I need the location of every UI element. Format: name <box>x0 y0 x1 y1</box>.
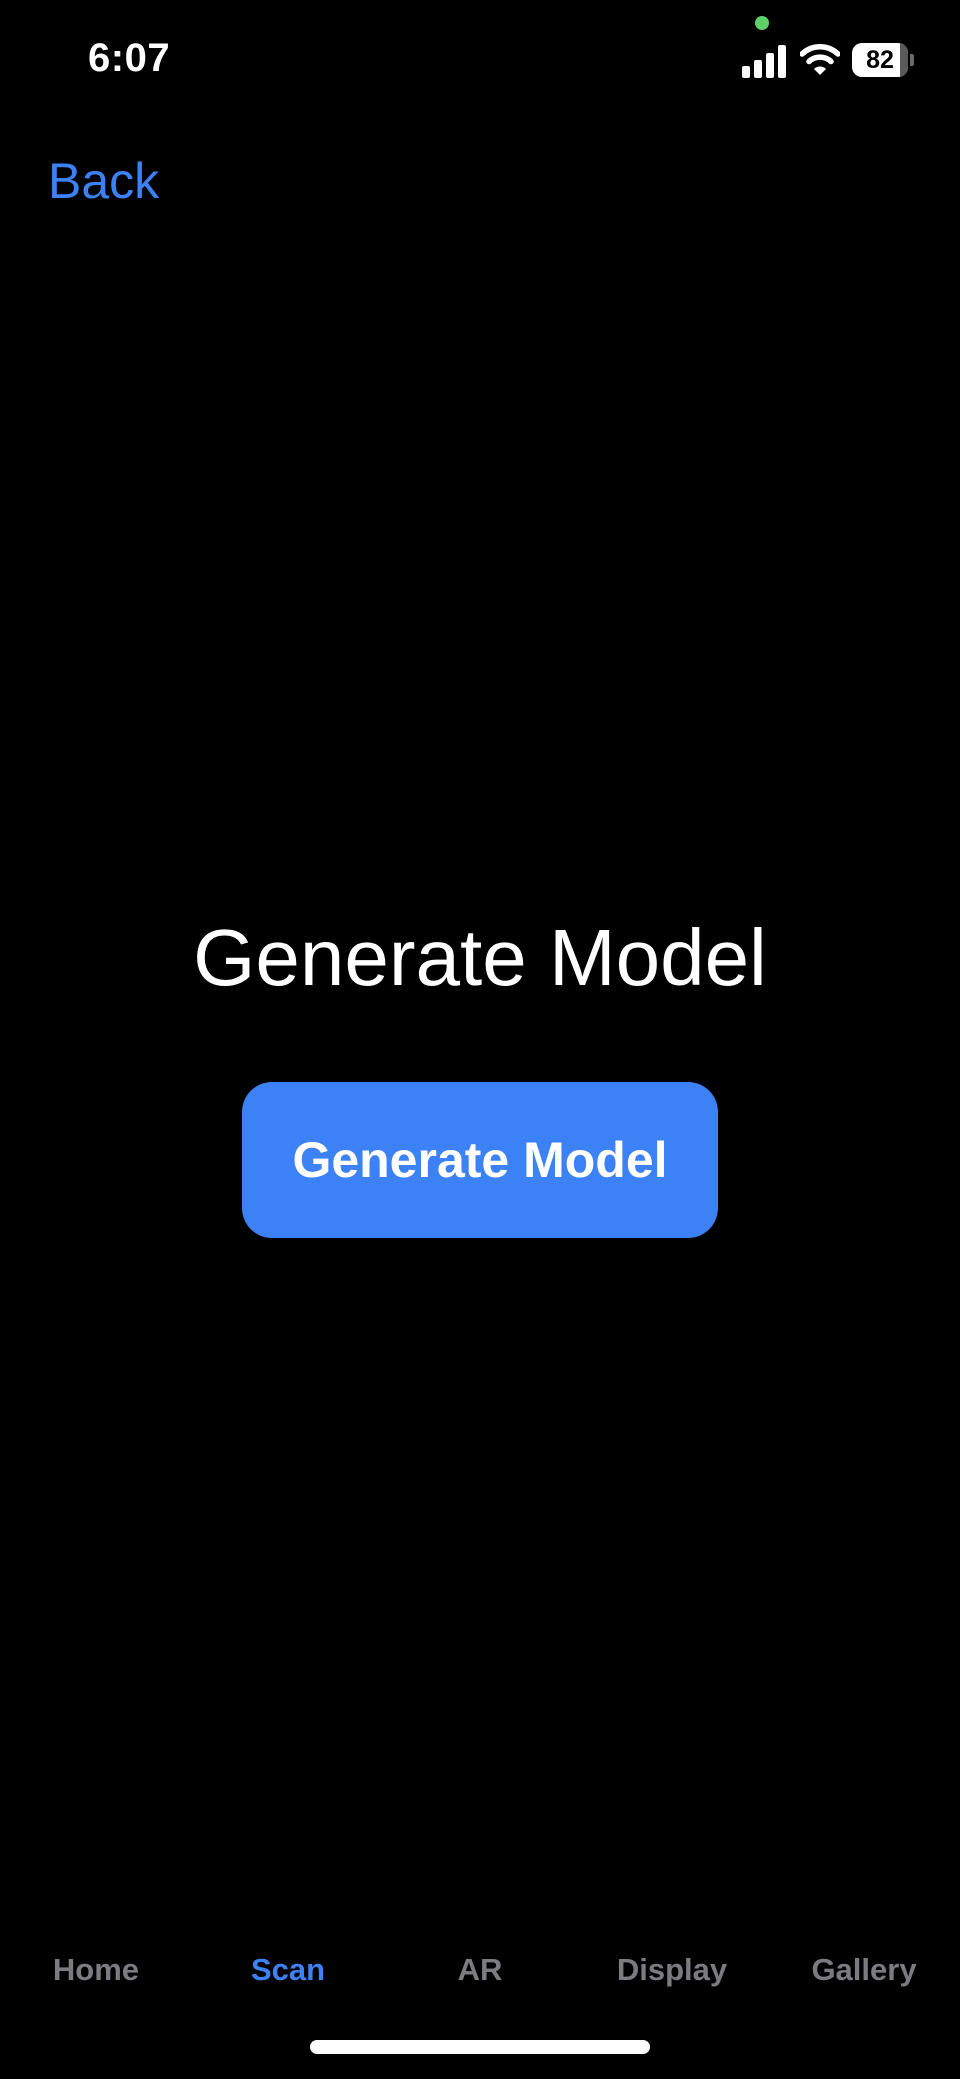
battery-nub <box>910 54 914 66</box>
tab-scan[interactable]: Scan <box>192 1952 384 1988</box>
status-bar: 6:07 82 <box>0 0 960 120</box>
page-title: Generate Model <box>193 913 767 1002</box>
privacy-indicator-dot <box>755 16 769 30</box>
generate-model-button-label: Generate Model <box>292 1132 668 1188</box>
wifi-icon <box>800 44 840 75</box>
battery-icon: 82 <box>852 43 908 77</box>
status-time: 6:07 <box>88 36 171 80</box>
back-button[interactable]: Back <box>48 152 159 210</box>
tab-display[interactable]: Display <box>576 1952 768 1988</box>
tab-gallery[interactable]: Gallery <box>768 1952 960 1988</box>
home-indicator[interactable] <box>310 2040 650 2054</box>
tab-ar[interactable]: AR <box>384 1952 576 1988</box>
battery-level: 82 <box>866 46 894 74</box>
tab-bar: Home Scan AR Display Gallery <box>0 1952 960 2002</box>
tab-home[interactable]: Home <box>0 1952 192 1988</box>
generate-model-button[interactable]: Generate Model <box>242 1082 718 1238</box>
signal-icon <box>742 45 786 78</box>
